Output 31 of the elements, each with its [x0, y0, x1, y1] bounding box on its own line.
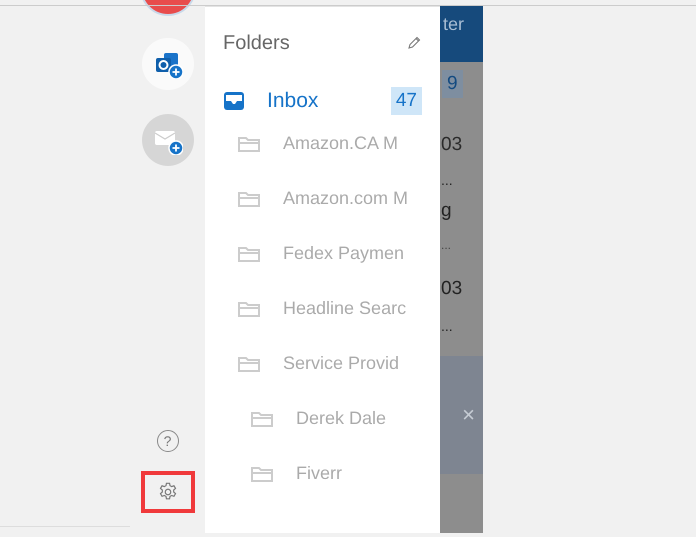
- folder-item[interactable]: Fiverr: [250, 446, 422, 501]
- folder-item[interactable]: Headline Searc: [237, 281, 422, 336]
- folder-icon: [237, 300, 261, 318]
- folder-icon: [250, 410, 274, 428]
- message-snippet: 03: [441, 134, 462, 156]
- help-button[interactable]: ?: [156, 430, 178, 452]
- folder-item[interactable]: Service Provid: [237, 336, 422, 391]
- folders-title: Folders: [223, 32, 290, 54]
- folder-icon: [250, 464, 274, 482]
- folder-item[interactable]: Amazon.CA M: [237, 116, 422, 171]
- message-snippet: ...: [441, 238, 452, 252]
- mail-account-icon[interactable]: [142, 114, 194, 166]
- folder-icon: [237, 134, 261, 152]
- edit-pencil-icon[interactable]: [406, 35, 422, 51]
- folder-icon: [237, 244, 261, 262]
- message-snippet: ...: [441, 318, 453, 334]
- folder-item[interactable]: Amazon.com M: [237, 171, 422, 226]
- settings-button[interactable]: [140, 471, 194, 513]
- unread-count: 47: [390, 87, 422, 115]
- header-text: ter: [443, 14, 464, 35]
- folder-icon: [237, 190, 261, 208]
- close-icon[interactable]: ×: [462, 402, 475, 428]
- message-snippet: g: [441, 200, 452, 222]
- message-snippet: ...: [441, 172, 453, 188]
- inbox-tray-icon: [223, 91, 245, 111]
- message-snippet: 03: [441, 278, 462, 300]
- folder-item[interactable]: Fedex Paymen: [237, 226, 422, 281]
- inbox-folder[interactable]: Inbox 47: [223, 86, 422, 116]
- folder-icon: [237, 354, 261, 372]
- folder-item[interactable]: Derek Dale: [250, 391, 422, 446]
- count-badge: 9: [442, 70, 463, 98]
